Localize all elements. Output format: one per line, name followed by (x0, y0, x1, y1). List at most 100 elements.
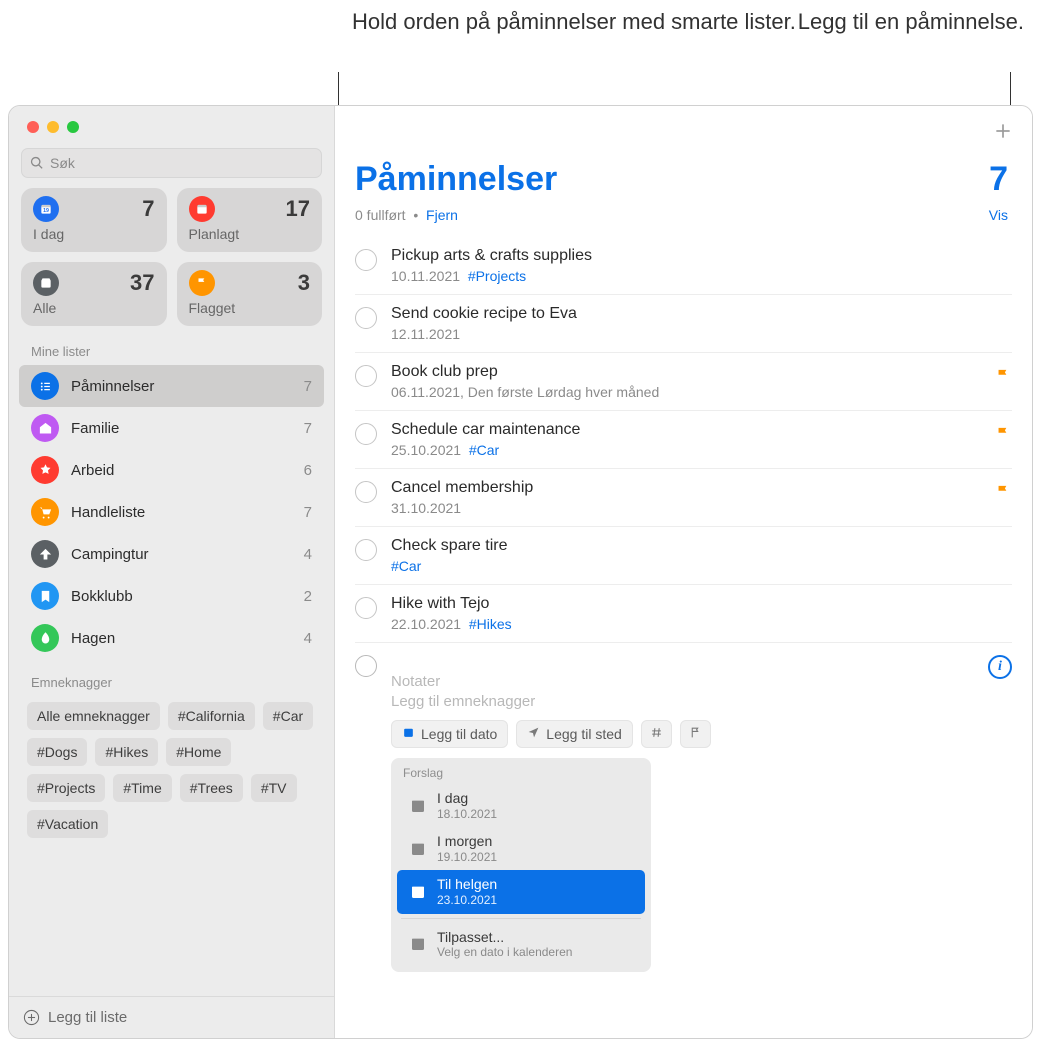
list-count: 2 (304, 588, 312, 605)
flag-icon (995, 483, 1012, 505)
calendar-icon (409, 797, 427, 815)
list-icon (31, 498, 59, 526)
sidebar-list-campingtur[interactable]: Campingtur 4 (19, 533, 324, 575)
reminder-checkbox[interactable] (355, 249, 377, 271)
list-icon (31, 624, 59, 652)
suggestions-header: Forslag (391, 766, 651, 784)
minimize-button[interactable] (47, 121, 59, 133)
list-icon (31, 372, 59, 400)
smart-list-alle[interactable]: 37 Alle (21, 262, 167, 326)
tag-california[interactable]: #California (168, 702, 255, 730)
sidebar-list-hagen[interactable]: Hagen 4 (19, 617, 324, 659)
suggestion-date: 18.10.2021 (437, 807, 497, 821)
tag-car[interactable]: #Car (263, 702, 313, 730)
smart-list-planlagt[interactable]: 17 Planlagt (177, 188, 323, 252)
reminder-title: Pickup arts & crafts supplies (391, 247, 1008, 265)
add-reminder-button[interactable] (988, 116, 1018, 146)
reminder-checkbox[interactable] (355, 481, 377, 503)
reminder-item[interactable]: Pickup arts & crafts supplies 10.11.2021… (355, 237, 1012, 295)
smart-list-icon (189, 270, 215, 296)
tag-home[interactable]: #Home (166, 738, 231, 766)
reminder-checkbox[interactable] (355, 597, 377, 619)
list-count: 6 (304, 462, 312, 479)
add-flag-button[interactable] (680, 720, 711, 748)
reminder-checkbox[interactable] (355, 423, 377, 445)
reminder-checkbox[interactable] (355, 365, 377, 387)
smart-list-flagget[interactable]: 3 Flagget (177, 262, 323, 326)
suggestion-i morgen[interactable]: I morgen 19.10.2021 (397, 827, 645, 870)
reminder-meta: 10.11.2021 #Projects (391, 268, 1008, 284)
tag-hikes[interactable]: #Hikes (95, 738, 158, 766)
list-name: Familie (71, 420, 304, 437)
location-icon (527, 726, 540, 742)
reminder-item[interactable]: Check spare tire #Car (355, 527, 1012, 585)
reminder-item[interactable]: Send cookie recipe to Eva 12.11.2021 (355, 295, 1012, 353)
add-location-button[interactable]: Legg til sted (516, 720, 633, 748)
smart-list-icon (33, 270, 59, 296)
reminder-item[interactable]: Hike with Tejo 22.10.2021 #Hikes (355, 585, 1012, 643)
smart-list-label: Flagget (189, 300, 311, 316)
sidebar-list-arbeid[interactable]: Arbeid 6 (19, 449, 324, 491)
tag-tv[interactable]: #TV (251, 774, 297, 802)
info-button[interactable]: i (988, 655, 1012, 679)
notes-placeholder[interactable]: Notater (391, 673, 988, 690)
tag-vacation[interactable]: #Vacation (27, 810, 108, 838)
fullscreen-button[interactable] (67, 121, 79, 133)
sidebar-list-bokklubb[interactable]: Bokklubb 2 (19, 575, 324, 617)
add-tag-button[interactable] (641, 720, 672, 748)
reminders-list: Pickup arts & crafts supplies 10.11.2021… (335, 237, 1032, 972)
reminder-title: Check spare tire (391, 537, 1008, 555)
list-count: 7 (304, 504, 312, 521)
reminder-meta: 12.11.2021 (391, 326, 1008, 342)
close-button[interactable] (27, 121, 39, 133)
window-controls (9, 106, 334, 148)
show-completed-link[interactable]: Vis (989, 207, 1008, 223)
list-icon (31, 582, 59, 610)
reminder-meta: 06.11.2021, Den første Lørdag hver måned (391, 384, 1008, 400)
reminder-title: Cancel membership (391, 479, 1008, 497)
list-title: Påminnelser (355, 160, 557, 199)
reminder-meta: 31.10.2021 (391, 500, 1008, 516)
suggestions-popover: Forslag I dag 18.10.2021 I morgen 19.10.… (391, 758, 651, 972)
list-name: Påminnelser (71, 378, 304, 395)
tags-placeholder[interactable]: Legg til emneknagger (391, 693, 988, 710)
suggestion-title: I morgen (437, 833, 497, 850)
add-date-button[interactable]: Legg til dato (391, 720, 508, 748)
sidebar-list-påminnelser[interactable]: Påminnelser 7 (19, 365, 324, 407)
list-name: Hagen (71, 630, 304, 647)
list-name: Campingtur (71, 546, 304, 563)
plus-icon (993, 121, 1013, 141)
suggestion-custom[interactable]: Tilpasset... Velg en dato i kalenderen (397, 923, 645, 966)
tag-time[interactable]: #Time (113, 774, 171, 802)
tag-trees[interactable]: #Trees (180, 774, 243, 802)
clear-completed-link[interactable]: Fjern (426, 207, 458, 223)
tag-projects[interactable]: #Projects (27, 774, 105, 802)
suggestion-title: I dag (437, 790, 497, 807)
reminder-item[interactable]: Schedule car maintenance 25.10.2021 #Car (355, 411, 1012, 469)
new-reminder-editor: Notater Legg til emneknagger i Legg til … (355, 643, 1012, 972)
my-lists-header: Mine lister (9, 338, 334, 365)
suggestion-til helgen[interactable]: Til helgen 23.10.2021 (397, 870, 645, 913)
suggestion-i dag[interactable]: I dag 18.10.2021 (397, 784, 645, 827)
smart-list-i dag[interactable]: 19 7 I dag (21, 188, 167, 252)
sidebar-list-familie[interactable]: Familie 7 (19, 407, 324, 449)
reminder-title: Hike with Tejo (391, 595, 1008, 613)
sidebar-list-handleliste[interactable]: Handleliste 7 (19, 491, 324, 533)
tag-alle emneknagger[interactable]: Alle emneknagger (27, 702, 160, 730)
tags-area: Alle emneknagger #California #Car #Dogs #Hik… (9, 696, 334, 848)
reminder-item[interactable]: Book club prep 06.11.2021, Den første Lø… (355, 353, 1012, 411)
add-list-button[interactable]: Legg til liste (9, 996, 334, 1038)
reminder-checkbox[interactable] (355, 655, 377, 677)
reminder-checkbox[interactable] (355, 307, 377, 329)
reminder-checkbox[interactable] (355, 539, 377, 561)
list-name: Arbeid (71, 462, 304, 479)
list-count: 4 (304, 546, 312, 563)
reminder-title: Book club prep (391, 363, 1008, 381)
reminder-item[interactable]: Cancel membership 31.10.2021 (355, 469, 1012, 527)
tag-dogs[interactable]: #Dogs (27, 738, 87, 766)
smart-list-icon (189, 196, 215, 222)
search-input[interactable] (21, 148, 322, 178)
add-list-label: Legg til liste (48, 1009, 127, 1026)
list-count: 7 (989, 160, 1008, 199)
app-window: 19 7 I dag 17 Planlagt 37 Alle 3 Flagg (8, 105, 1033, 1039)
